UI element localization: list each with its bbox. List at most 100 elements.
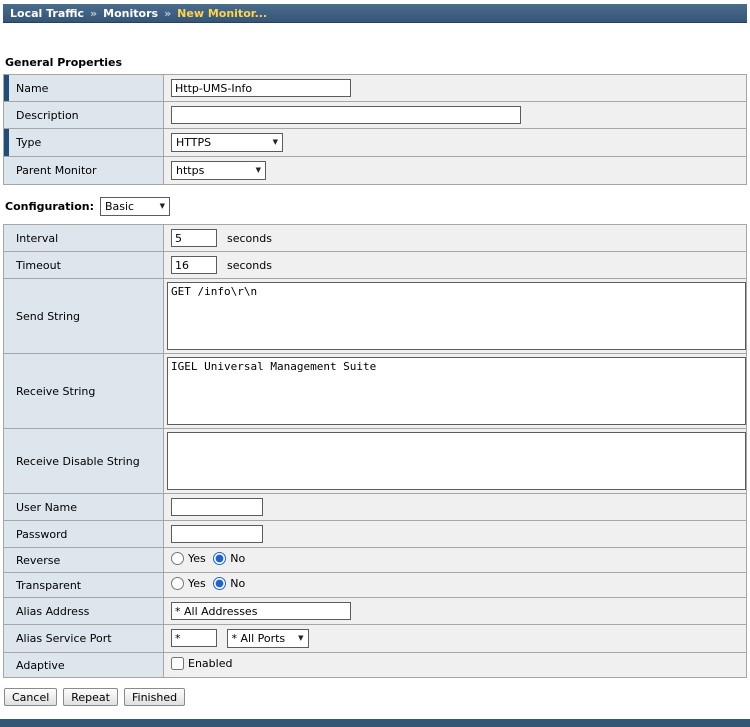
interval-suffix: seconds bbox=[227, 232, 272, 245]
interval-label-cell: Interval bbox=[4, 225, 164, 252]
transparent-no-radio[interactable] bbox=[213, 577, 226, 590]
adaptive-enabled-option[interactable]: Enabled bbox=[171, 657, 232, 670]
type-label-cell: Type bbox=[4, 129, 164, 157]
transparent-yes-label: Yes bbox=[188, 577, 206, 590]
user-name-label: User Name bbox=[16, 501, 77, 514]
configuration-select[interactable]: Basic ▼ bbox=[100, 197, 170, 216]
timeout-label: Timeout bbox=[16, 259, 61, 272]
finished-button[interactable]: Finished bbox=[124, 688, 185, 706]
table-row: Send String GET /info\r\n bbox=[4, 279, 747, 354]
required-indicator bbox=[4, 129, 9, 156]
send-string-label-cell: Send String bbox=[4, 279, 164, 354]
table-row: Reverse Yes No bbox=[4, 548, 747, 573]
receive-string-textarea[interactable]: IGEL Universal Management Suite bbox=[167, 357, 746, 425]
table-row: Parent Monitor https ▼ bbox=[4, 157, 747, 185]
table-row: Adaptive Enabled bbox=[4, 653, 747, 678]
password-label-cell: Password bbox=[4, 521, 164, 548]
configuration-row: Configuration: Basic ▼ bbox=[5, 197, 747, 216]
configuration-label: Configuration: bbox=[5, 200, 94, 213]
parent-monitor-label-cell: Parent Monitor bbox=[4, 157, 164, 185]
breadcrumb: Local Traffic » Monitors » New Monitor..… bbox=[3, 4, 747, 23]
parent-monitor-select[interactable]: https ▼ bbox=[171, 161, 266, 180]
table-row: User Name bbox=[4, 494, 747, 521]
footer-bar bbox=[0, 719, 750, 727]
reverse-yes-label: Yes bbox=[188, 552, 206, 565]
name-label: Name bbox=[16, 82, 48, 95]
table-row: Alias Address bbox=[4, 598, 747, 625]
receive-disable-string-label: Receive Disable String bbox=[16, 455, 140, 468]
password-label: Password bbox=[16, 528, 67, 541]
chevron-down-icon: ▼ bbox=[273, 139, 278, 146]
chevron-down-icon: ▼ bbox=[256, 167, 261, 174]
general-properties-table: Name Description Type HTTPS ▼ Parent Mon… bbox=[3, 74, 747, 185]
breadcrumb-current-page: New Monitor... bbox=[177, 7, 267, 20]
table-row: Timeout seconds bbox=[4, 252, 747, 279]
table-row: Receive String IGEL Universal Management… bbox=[4, 354, 747, 429]
interval-label: Interval bbox=[16, 232, 58, 245]
type-select[interactable]: HTTPS ▼ bbox=[171, 133, 283, 152]
description-label-cell: Description bbox=[4, 102, 164, 129]
receive-string-label: Receive String bbox=[16, 385, 95, 398]
required-indicator bbox=[4, 75, 9, 101]
table-row: Transparent Yes No bbox=[4, 573, 747, 598]
password-input[interactable] bbox=[171, 525, 263, 543]
alias-address-label: Alias Address bbox=[16, 605, 89, 618]
reverse-yes-option[interactable]: Yes bbox=[171, 552, 206, 565]
alias-service-port-label-cell: Alias Service Port bbox=[4, 625, 164, 653]
action-button-row: Cancel Repeat Finished bbox=[4, 688, 750, 706]
parent-monitor-select-value: https bbox=[176, 164, 204, 177]
receive-disable-string-textarea[interactable] bbox=[167, 432, 746, 490]
alias-service-port-input[interactable] bbox=[171, 629, 217, 647]
alias-service-port-select-value: * All Ports bbox=[232, 632, 286, 645]
breadcrumb-link-monitors[interactable]: Monitors bbox=[103, 7, 158, 20]
breadcrumb-separator: » bbox=[90, 7, 97, 20]
reverse-label: Reverse bbox=[16, 554, 60, 567]
table-row: Alias Service Port * All Ports ▼ bbox=[4, 625, 747, 653]
reverse-yes-radio[interactable] bbox=[171, 552, 184, 565]
reverse-no-label: No bbox=[230, 552, 245, 565]
parent-monitor-label: Parent Monitor bbox=[16, 164, 97, 177]
table-row: Description bbox=[4, 102, 747, 129]
transparent-yes-option[interactable]: Yes bbox=[171, 577, 206, 590]
description-input[interactable] bbox=[171, 106, 521, 124]
adaptive-enabled-label: Enabled bbox=[188, 657, 232, 670]
breadcrumb-link-local-traffic[interactable]: Local Traffic bbox=[10, 7, 84, 20]
breadcrumb-separator: » bbox=[164, 7, 171, 20]
reverse-no-option[interactable]: No bbox=[213, 552, 245, 565]
adaptive-enabled-checkbox[interactable] bbox=[171, 657, 184, 670]
transparent-yes-radio[interactable] bbox=[171, 577, 184, 590]
interval-input[interactable] bbox=[171, 229, 217, 247]
configuration-table: Interval seconds Timeout seconds Send St… bbox=[3, 224, 747, 678]
table-row: Password bbox=[4, 521, 747, 548]
repeat-button[interactable]: Repeat bbox=[63, 688, 118, 706]
user-name-label-cell: User Name bbox=[4, 494, 164, 521]
chevron-down-icon: ▼ bbox=[160, 203, 165, 210]
user-name-input[interactable] bbox=[171, 498, 263, 516]
adaptive-label: Adaptive bbox=[16, 659, 65, 672]
table-row: Interval seconds bbox=[4, 225, 747, 252]
timeout-input[interactable] bbox=[171, 256, 217, 274]
timeout-suffix: seconds bbox=[227, 259, 272, 272]
type-select-value: HTTPS bbox=[176, 136, 211, 149]
table-row: Receive Disable String bbox=[4, 429, 747, 494]
name-input[interactable] bbox=[171, 79, 351, 97]
cancel-button[interactable]: Cancel bbox=[4, 688, 57, 706]
alias-address-label-cell: Alias Address bbox=[4, 598, 164, 625]
send-string-textarea[interactable]: GET /info\r\n bbox=[167, 282, 746, 350]
table-row: Type HTTPS ▼ bbox=[4, 129, 747, 157]
alias-service-port-label: Alias Service Port bbox=[16, 632, 112, 645]
name-label-cell: Name bbox=[4, 75, 164, 102]
description-label: Description bbox=[16, 109, 79, 122]
transparent-no-option[interactable]: No bbox=[213, 577, 245, 590]
alias-service-port-select[interactable]: * All Ports ▼ bbox=[227, 629, 309, 648]
reverse-no-radio[interactable] bbox=[213, 552, 226, 565]
receive-string-label-cell: Receive String bbox=[4, 354, 164, 429]
general-properties-heading: General Properties bbox=[5, 56, 750, 69]
timeout-label-cell: Timeout bbox=[4, 252, 164, 279]
chevron-down-icon: ▼ bbox=[298, 635, 303, 642]
transparent-label-cell: Transparent bbox=[4, 573, 164, 598]
table-row: Name bbox=[4, 75, 747, 102]
transparent-no-label: No bbox=[230, 577, 245, 590]
alias-address-input[interactable] bbox=[171, 602, 351, 620]
receive-disable-string-label-cell: Receive Disable String bbox=[4, 429, 164, 494]
